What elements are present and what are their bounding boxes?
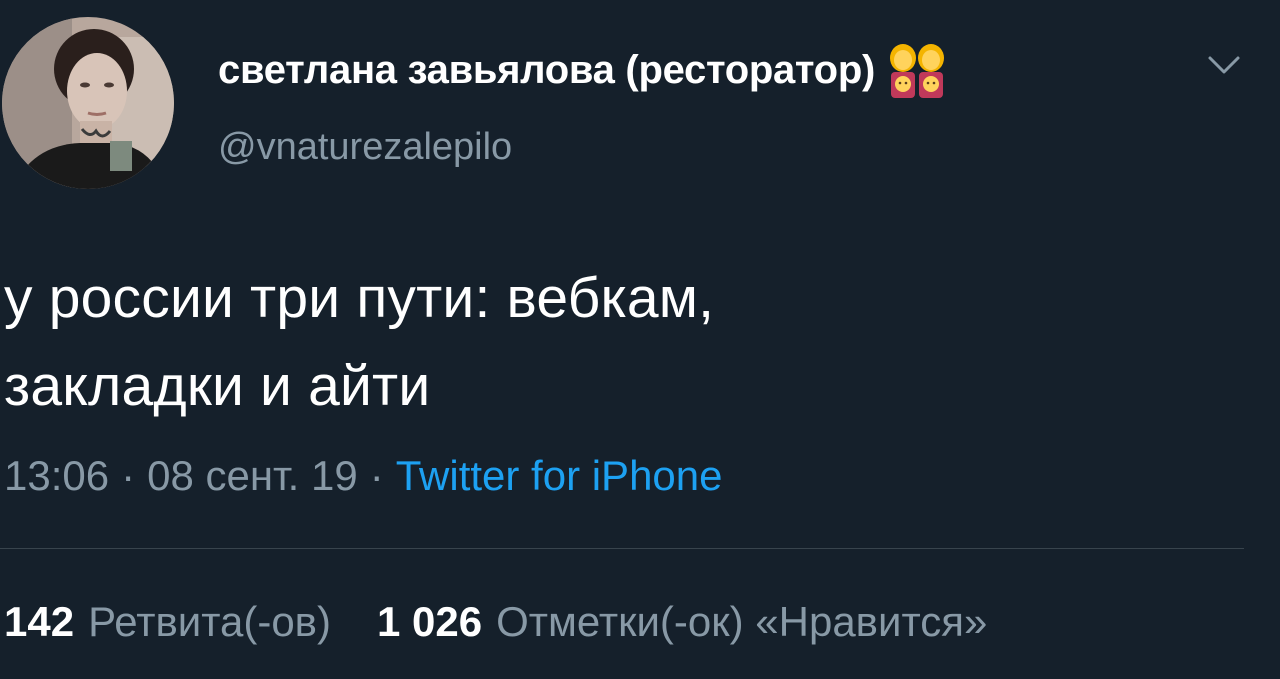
tweet-meta: 13:06 · 08 сент. 19 · Twitter for iPhone bbox=[4, 452, 723, 500]
tweet-text: у россии три пути: вебкам, закладки и ай… bbox=[4, 254, 1004, 430]
tweet-date: 08 сент. 19 bbox=[147, 452, 358, 499]
avatar-photo bbox=[2, 17, 174, 189]
tweet: светлана завьялова (ресторатор) @vnature… bbox=[0, 0, 1280, 679]
tweet-source-link[interactable]: Twitter for iPhone bbox=[396, 452, 723, 500]
tweet-stats: 142 Ретвита(-ов) 1 026 Отметки(-ок) «Нра… bbox=[4, 598, 987, 646]
divider bbox=[0, 548, 1244, 549]
avatar[interactable] bbox=[2, 17, 174, 189]
separator-dot: · bbox=[121, 452, 136, 499]
family-emoji-icon bbox=[887, 42, 947, 98]
likes-stat[interactable]: 1 026 Отметки(-ок) «Нравится» bbox=[377, 598, 987, 646]
likes-label: Отметки(-ок) «Нравится» bbox=[496, 598, 988, 645]
username[interactable]: @vnaturezalepilo bbox=[218, 126, 512, 169]
display-name[interactable]: светлана завьялова (ресторатор) bbox=[218, 48, 875, 93]
tweet-text-line: закладки и айти bbox=[4, 354, 431, 418]
retweets-label: Ретвита(-ов) bbox=[88, 598, 331, 645]
chevron-down-icon[interactable] bbox=[1204, 48, 1244, 82]
likes-count: 1 026 bbox=[376, 598, 483, 645]
tweet-time: 13:06 bbox=[4, 452, 110, 499]
separator-dot: · bbox=[369, 452, 384, 499]
author-name-row[interactable]: светлана завьялова (ресторатор) bbox=[218, 42, 947, 98]
retweets-count: 142 bbox=[4, 598, 75, 645]
tweet-text-line: у россии три пути: вебкам, bbox=[4, 266, 715, 330]
retweets-stat[interactable]: 142 Ретвита(-ов) bbox=[4, 598, 331, 646]
